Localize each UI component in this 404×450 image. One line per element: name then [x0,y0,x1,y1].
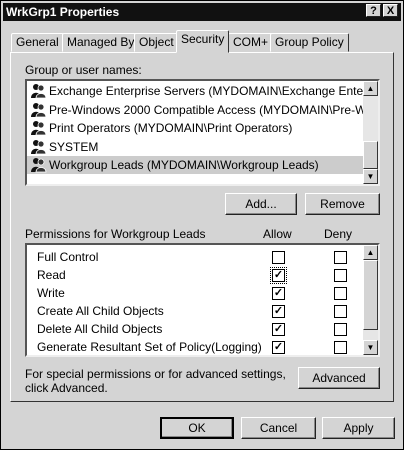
ok-button[interactable]: OK [160,417,234,439]
cancel-button[interactable]: Cancel [241,417,316,439]
tab-com-plus[interactable]: COM+ [228,33,274,52]
window-title: WrkGrp1 Properties [6,5,120,19]
help-button[interactable]: ? [366,4,381,17]
apply-button[interactable]: Apply [322,417,395,439]
tab-general[interactable]: General [11,33,64,52]
title-bar: WrkGrp1 Properties [3,3,401,21]
tab-managed-by[interactable]: Managed By [62,33,140,52]
security-tab-panel [10,52,394,402]
close-button[interactable]: X [383,4,398,17]
tab-object[interactable]: Object [134,33,179,52]
properties-window: WrkGrp1 Properties ? X General Managed B… [0,0,404,450]
tab-security[interactable]: Security [176,30,230,53]
tab-group-policy[interactable]: Group Policy [270,33,349,52]
